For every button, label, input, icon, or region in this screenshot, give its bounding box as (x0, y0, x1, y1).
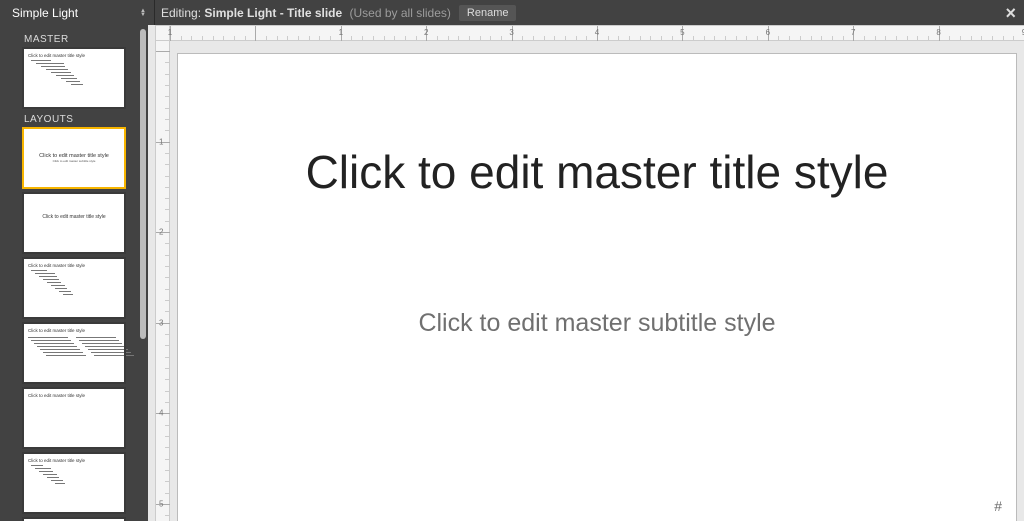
sidebar: MASTER Click to edit master title style … (0, 25, 148, 521)
thumb-subtitle: Click to edit master subtitle style (53, 159, 96, 163)
thumb-title: Click to edit master title style (28, 393, 120, 398)
theme-name: Simple Light (12, 6, 138, 20)
layout-thumbnail-title-slide[interactable]: Click to edit master title style Click t… (24, 129, 124, 187)
editing-layout-name: Simple Light - Title slide (204, 6, 342, 20)
layouts-section-label: LAYOUTS (24, 114, 140, 125)
slide[interactable]: Click to edit master title style Click t… (177, 53, 1017, 521)
master-section-label: MASTER (24, 34, 140, 45)
thumb-title: Click to edit master title style (28, 53, 120, 58)
vertical-ruler[interactable]: 12345 (155, 41, 170, 521)
dropdown-caret-icon: ▲▼ (138, 9, 148, 17)
layout-thumbnail-one-column[interactable]: Click to edit master title style (24, 454, 124, 512)
layout-thumbnail-two-columns[interactable]: Click to edit master title style (24, 324, 124, 382)
theme-picker-dropdown[interactable]: Simple Light ▲▼ (8, 2, 148, 24)
slide-canvas-area[interactable]: Click to edit master title style Click t… (170, 41, 1024, 521)
close-icon[interactable]: × (1005, 4, 1016, 22)
sidebar-scrollbar-thumb[interactable] (140, 29, 146, 339)
slide-subtitle-placeholder[interactable]: Click to edit master subtitle style (218, 309, 976, 338)
top-divider (154, 0, 155, 25)
editing-prefix: Editing: (161, 6, 201, 20)
thumb-title: Click to edit master title style (28, 328, 120, 333)
sidebar-scrollbar-track[interactable] (140, 27, 146, 501)
thumb-body-lines (31, 465, 120, 484)
editor-area: 1123456789 12345 Click to edit master ti… (148, 25, 1024, 521)
slide-number-placeholder[interactable]: # (994, 498, 1002, 514)
editing-layout-label: Editing: Simple Light - Title slide (Use… (161, 6, 451, 20)
master-thumbnail[interactable]: Click to edit master title style (24, 49, 124, 107)
editing-used-by: (Used by all slides) (350, 6, 451, 20)
thumb-two-columns (28, 335, 120, 358)
top-bar: Simple Light ▲▼ Editing: Simple Light - … (0, 0, 1024, 25)
layout-thumbnail-title-only[interactable]: Click to edit master title style (24, 389, 124, 447)
thumb-body-lines (31, 270, 120, 295)
rename-button[interactable]: Rename (459, 5, 517, 21)
thumb-title: Click to edit master title style (28, 263, 120, 268)
thumb-title: Click to edit master title style (28, 214, 120, 220)
thumb-title: Click to edit master title style (28, 458, 120, 463)
layout-thumbnail-section-header[interactable]: Click to edit master title style (24, 194, 124, 252)
slide-title-placeholder[interactable]: Click to edit master title style (218, 144, 976, 202)
horizontal-ruler[interactable]: 1123456789 (170, 25, 1024, 41)
layout-thumbnail-title-body[interactable]: Click to edit master title style (24, 259, 124, 317)
thumb-body-lines (31, 60, 120, 85)
main-area: MASTER Click to edit master title style … (0, 25, 1024, 521)
